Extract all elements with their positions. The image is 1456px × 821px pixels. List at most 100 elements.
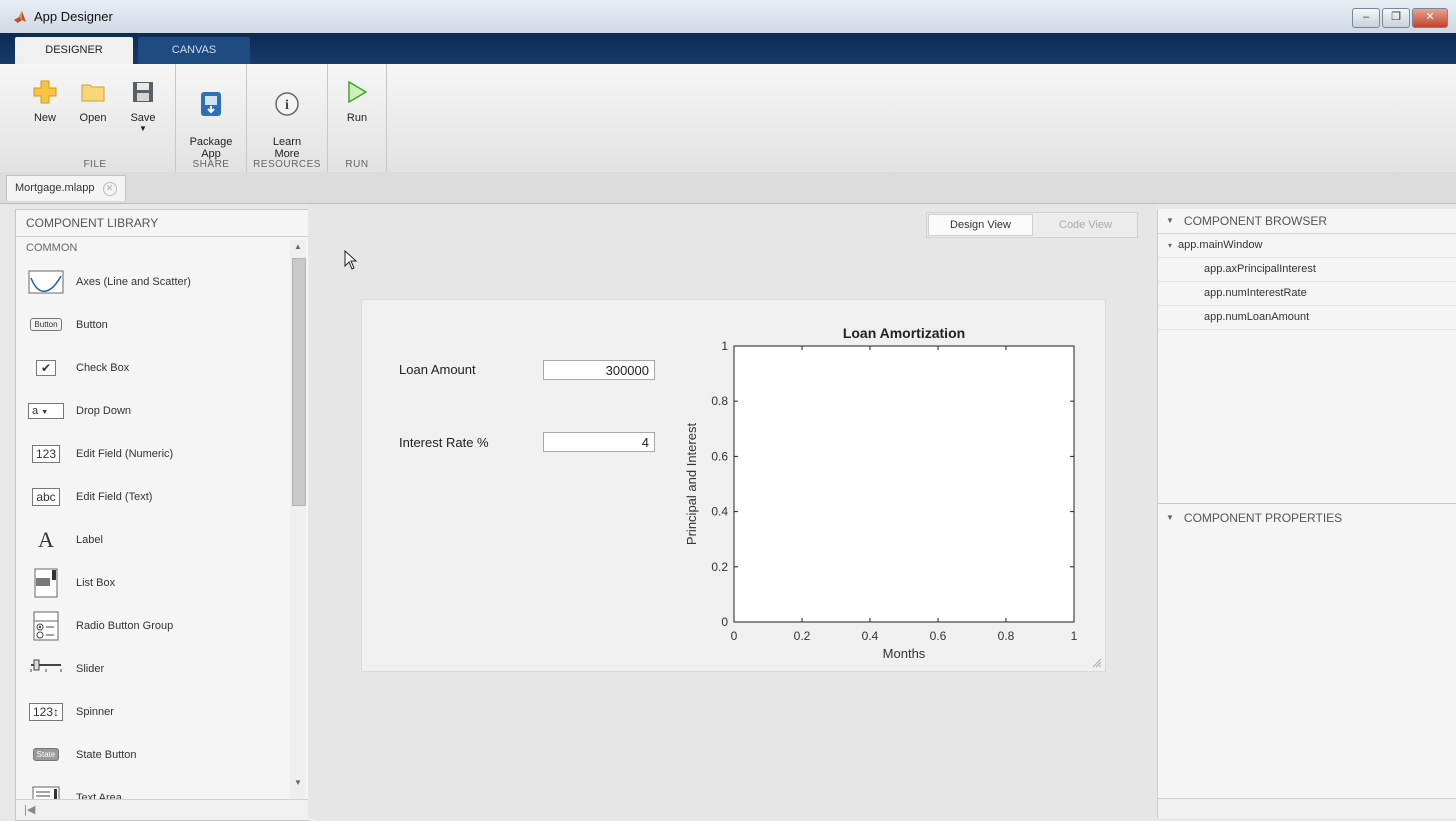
scroll-down-icon[interactable]: ▼: [292, 778, 304, 790]
x-tick-label: 0.2: [794, 629, 811, 643]
component-properties-header: ▼ COMPONENT PROPERTIES: [1158, 505, 1456, 531]
tab-canvas[interactable]: CANVAS: [138, 37, 250, 64]
library-scrollbar[interactable]: ▲ ▼: [290, 240, 306, 800]
resources-group: i Learn More RESOURCES: [247, 64, 328, 172]
spinner-icon-text: 123: [32, 704, 54, 719]
text-field-icon: abc: [32, 487, 60, 506]
y-tick-label: 1: [721, 339, 728, 353]
textarea-icon: [32, 786, 60, 800]
package-app-button[interactable]: Package App: [184, 78, 238, 172]
library-horizontal-scrollbar[interactable]: |◀: [16, 799, 316, 820]
close-button[interactable]: ✕: [1412, 8, 1448, 28]
tree-node-num-loan-amount[interactable]: app.numLoanAmount: [1158, 306, 1456, 330]
app-main-window[interactable]: Loan Amount 300000 Interest Rate % 4 Loa…: [361, 299, 1106, 672]
x-tick-label: 0.4: [862, 629, 879, 643]
properties-horizontal-scrollbar[interactable]: [1158, 798, 1456, 819]
component-listbox[interactable]: List Box: [16, 561, 288, 604]
tree-node-ax-principal-interest[interactable]: app.axPrincipalInterest: [1158, 258, 1456, 282]
tree-node-num-interest-rate[interactable]: app.numInterestRate: [1158, 282, 1456, 306]
component-label: Slider: [76, 662, 105, 675]
loan-amount-label: Loan Amount: [399, 362, 476, 377]
spinner-icon: 123↕: [28, 702, 64, 721]
x-tick-label: 0: [731, 629, 738, 643]
component-button[interactable]: Button Button: [16, 303, 288, 346]
component-dropdown[interactable]: a ▼ Drop Down: [16, 389, 288, 432]
x-tick-label: 0.8: [998, 629, 1015, 643]
close-tab-icon[interactable]: ✕: [102, 181, 117, 196]
share-group-label: SHARE: [192, 159, 230, 170]
code-view-button[interactable]: Code View: [1034, 213, 1137, 237]
dropdown-icon: a ▼: [28, 402, 64, 419]
component-radio-group[interactable]: Radio Button Group: [16, 604, 288, 647]
info-icon: i: [275, 92, 299, 116]
numeric-field-icon: 123: [31, 444, 61, 463]
package-app-icon: [201, 92, 221, 116]
component-browser-header: ▼ COMPONENT BROWSER: [1158, 209, 1456, 233]
component-textarea[interactable]: Text Area: [16, 776, 288, 800]
restore-button[interactable]: ❐: [1382, 8, 1410, 28]
checkbox-icon: ✔: [36, 359, 56, 376]
component-label[interactable]: A Label: [16, 518, 288, 561]
collapse-triangle-icon[interactable]: ▼: [1166, 505, 1174, 531]
matlab-logo-icon: [14, 11, 26, 23]
library-scroll-thumb[interactable]: [292, 258, 306, 506]
component-label: Check Box: [76, 361, 130, 374]
component-label: Axes (Line and Scatter): [76, 275, 191, 288]
folder-icon: [81, 84, 105, 102]
mouse-cursor-icon: [344, 250, 358, 270]
y-tick-label: 0.4: [711, 505, 728, 519]
panel-divider[interactable]: [1158, 503, 1456, 504]
design-view-button[interactable]: Design View: [928, 214, 1033, 236]
x-tick-label: 0.6: [930, 629, 947, 643]
document-tab-bar: Mortgage.mlapp ✕: [0, 172, 1456, 204]
component-browser-panel: ▼ COMPONENT BROWSER ▾ app.mainWindow app…: [1157, 209, 1456, 819]
save-dropdown-icon[interactable]: ▼: [123, 124, 163, 133]
window-title: App Designer: [34, 9, 113, 24]
component-axes[interactable]: Axes (Line and Scatter): [16, 260, 288, 303]
save-button[interactable]: Save ▼: [123, 78, 163, 133]
tree-node-main-window[interactable]: ▾ app.mainWindow: [1158, 234, 1456, 258]
tab-designer[interactable]: DESIGNER: [15, 37, 133, 64]
y-tick-label: 0: [721, 615, 728, 629]
tree-expand-icon[interactable]: ▾: [1168, 234, 1172, 257]
file-group-label: FILE: [83, 159, 107, 170]
new-plus-icon: [33, 80, 57, 104]
tree-node-label: app.mainWindow: [1178, 239, 1263, 251]
component-spinner[interactable]: 123↕ Spinner: [16, 690, 288, 733]
loan-amount-field[interactable]: 300000: [543, 360, 655, 380]
component-state-button[interactable]: State State Button: [16, 733, 288, 776]
document-tab-mortgage[interactable]: Mortgage.mlapp ✕: [6, 175, 126, 201]
toolstrip: New Open Save ▼ FILE Package App SHARE i…: [0, 64, 1456, 173]
component-slider[interactable]: Slider: [16, 647, 288, 690]
label-icon: A: [38, 526, 54, 552]
run-group: Run RUN: [328, 64, 387, 172]
component-label: State Button: [76, 748, 137, 761]
plot-area: [733, 345, 1075, 623]
slider-icon: [30, 659, 62, 672]
radio-group-icon: [33, 611, 59, 640]
component-library-title: COMPONENT LIBRARY: [16, 210, 308, 237]
component-library-panel: COMPONENT LIBRARY COMMON Axes (Line and …: [15, 209, 316, 821]
ribbon-tab-strip: DESIGNER CANVAS ▶ ▣ ✂ ❐ ▦ ↶ ↷ ? ⌄: [0, 33, 1456, 90]
loan-amortization-chart[interactable]: Loan Amortization 0 0.2 0.4 0.6 0.8 1 0 0.2 0.4 0.…: [674, 308, 1094, 668]
learn-more-button[interactable]: i Learn More: [261, 78, 313, 172]
scroll-up-icon[interactable]: ▲: [292, 242, 304, 254]
open-button[interactable]: Open: [73, 78, 113, 124]
component-numeric-field[interactable]: 123 Edit Field (Numeric): [16, 432, 288, 475]
component-properties-title: COMPONENT PROPERTIES: [1183, 511, 1343, 525]
chart-title: Loan Amortization: [843, 325, 965, 341]
new-label: New: [33, 112, 56, 124]
run-button[interactable]: Run: [338, 78, 376, 124]
package-app-label: Package App: [189, 136, 233, 160]
run-group-label: RUN: [345, 159, 369, 170]
file-group: New Open Save ▼ FILE: [15, 64, 176, 172]
minimize-button[interactable]: –: [1352, 8, 1380, 28]
interest-rate-field[interactable]: 4: [543, 432, 655, 452]
scroll-left-end-icon[interactable]: |◀: [24, 804, 35, 816]
resize-grip-icon[interactable]: [1090, 656, 1102, 668]
component-text-field[interactable]: abc Edit Field (Text): [16, 475, 288, 518]
component-checkbox[interactable]: ✔ Check Box: [16, 346, 288, 389]
new-button[interactable]: New: [25, 78, 65, 124]
collapse-triangle-icon[interactable]: ▼: [1166, 209, 1174, 233]
component-label: Spinner: [76, 705, 114, 718]
